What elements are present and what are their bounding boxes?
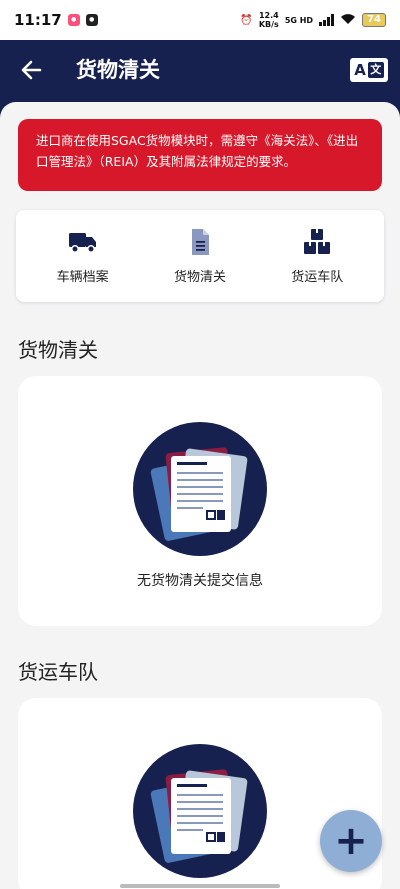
- section-title-cargo: 货物清关: [18, 338, 98, 362]
- section-title-fleet: 货运车队: [18, 660, 98, 684]
- page-title: 货物清关: [76, 58, 160, 82]
- quick-action-freight-fleet[interactable]: 货运车队: [267, 228, 367, 285]
- quick-actions-card: 车辆档案 货物清关 货运车队: [16, 210, 384, 302]
- app-notification-icon: ●: [85, 14, 98, 26]
- boxes-icon: [304, 228, 331, 254]
- network-type: 5G HD: [284, 15, 314, 25]
- legal-notice-banner: 进口商在使用SGAC货物模块时，需遵守《海关法》、《进出口管理法》（REIA）及…: [18, 119, 382, 191]
- arrow-left-icon: [21, 60, 42, 80]
- empty-state-message: 无货物清关提交信息: [137, 573, 263, 589]
- document-icon: [191, 228, 209, 255]
- alarm-icon: ⏰: [240, 14, 253, 26]
- signal-icon: [319, 14, 335, 26]
- home-indicator[interactable]: [120, 884, 280, 888]
- translate-icon: A: [354, 61, 366, 79]
- empty-document-illustration: [133, 422, 267, 556]
- empty-document-illustration: [133, 744, 267, 878]
- cargo-empty-card: 无货物清关提交信息: [18, 376, 382, 626]
- quick-action-label: 车辆档案: [56, 269, 109, 285]
- status-bar: 11:17 ● ● ⏰ 12.4 KB/s 5G HD 74: [0, 0, 400, 40]
- wifi-icon: [340, 13, 356, 28]
- quick-action-label: 货运车队: [291, 269, 344, 285]
- app-notification-icon: ●: [67, 14, 80, 26]
- quick-action-label: 货物清关: [173, 269, 226, 285]
- back-button[interactable]: [18, 56, 46, 84]
- status-indicators: ⏰ 12.4 KB/s 5G HD 74: [240, 11, 386, 29]
- add-fab-button[interactable]: +: [320, 810, 382, 872]
- translate-button[interactable]: A 文: [350, 58, 388, 82]
- net-speed: 12.4 KB/s: [258, 11, 279, 29]
- main-content[interactable]: 进口商在使用SGAC货物模块时，需遵守《海关法》、《进出口管理法》（REIA）及…: [0, 102, 400, 889]
- status-time: 11:17: [14, 11, 62, 29]
- plus-icon: +: [334, 818, 368, 864]
- truck-icon: [68, 232, 96, 253]
- quick-action-cargo-clearance[interactable]: 货物清关: [150, 228, 250, 285]
- battery-icon: 74: [362, 13, 386, 27]
- quick-action-vehicle-records[interactable]: 车辆档案: [33, 228, 133, 285]
